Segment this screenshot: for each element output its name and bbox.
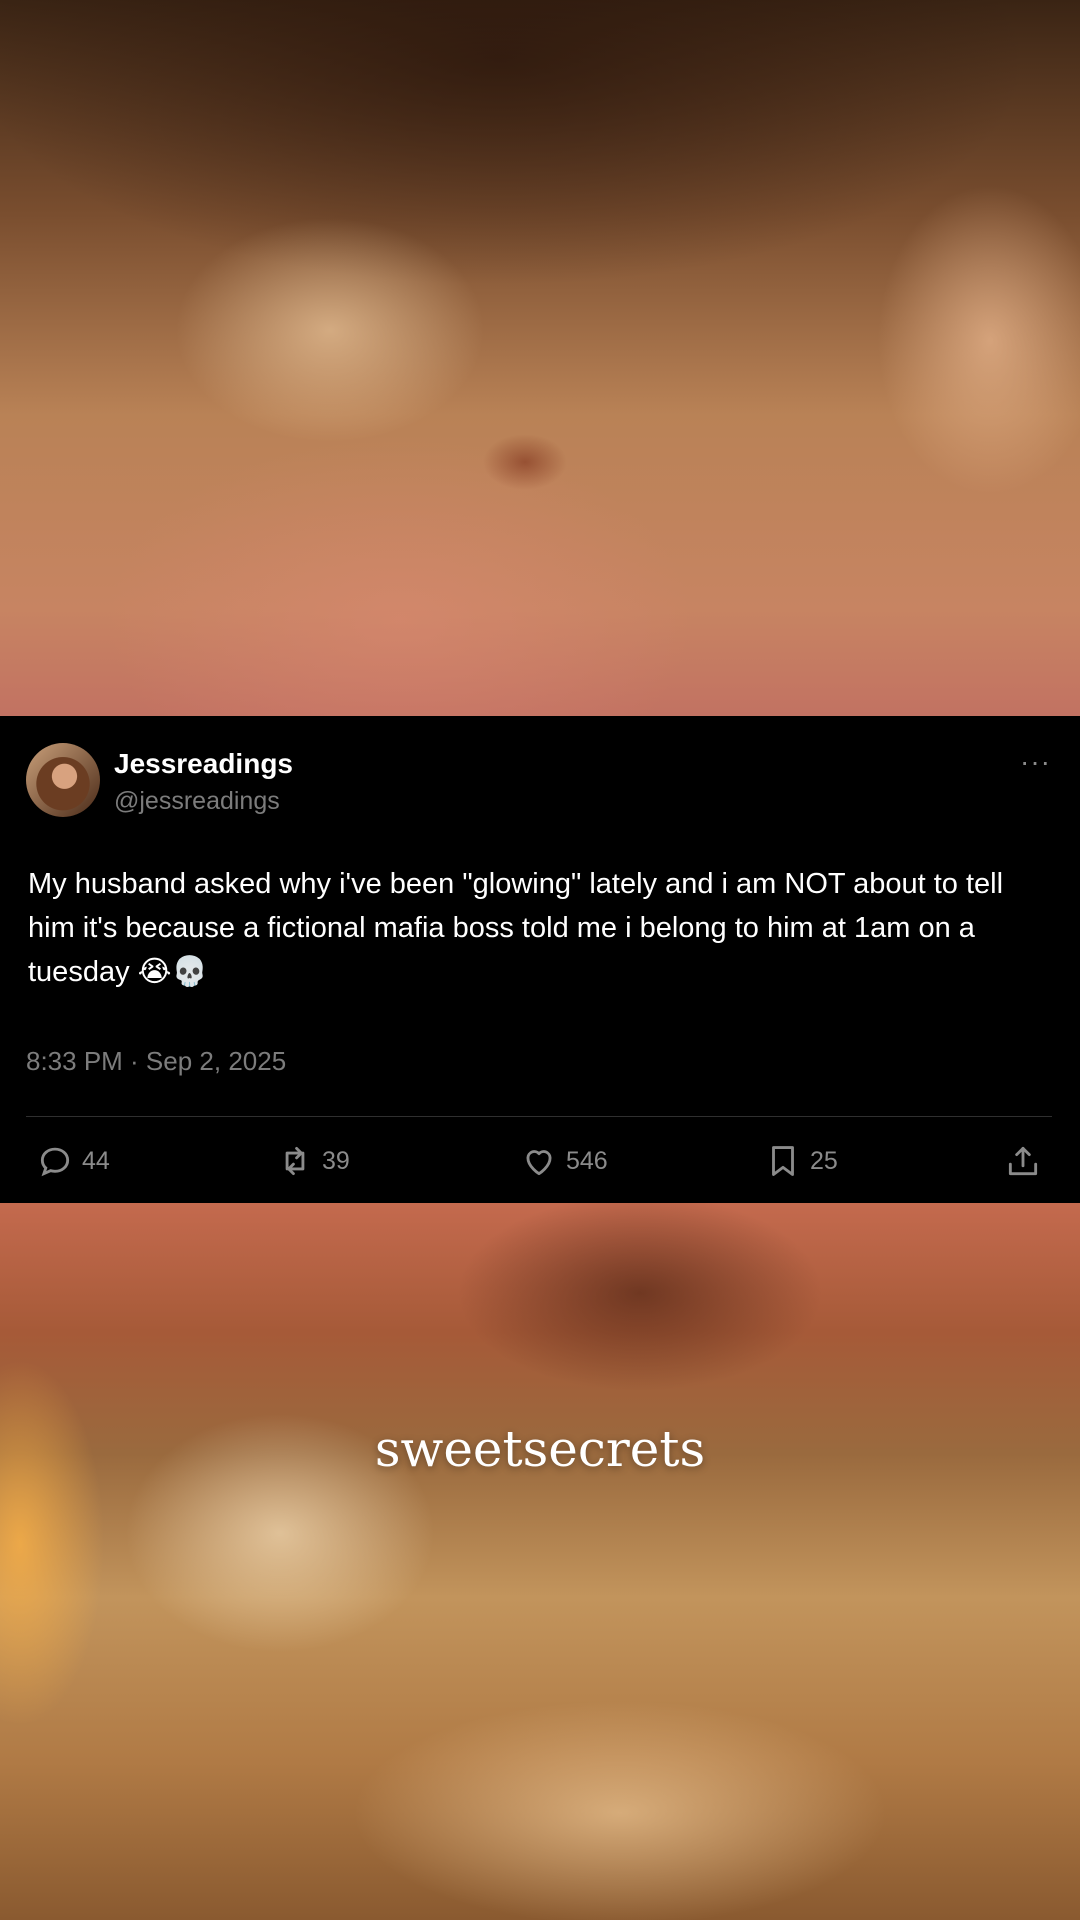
reply-count: 44 [82,1146,110,1175]
reply-icon [40,1147,70,1177]
bookmark-icon [772,1146,794,1176]
retweet-icon [285,1146,305,1176]
divider [26,1116,1052,1117]
tweet-card: Jessreadings @jessreadings ··· My husban… [0,716,1080,1203]
more-options-icon[interactable]: ··· [1020,746,1051,778]
like-button[interactable]: 546 [520,1136,608,1186]
timestamp[interactable]: 8:33 PM · Sep 2, 2025 [26,1046,286,1077]
display-name[interactable]: Jessreadings [114,748,293,780]
action-bar: 44 39 546 25 [0,1136,1080,1196]
handle[interactable]: @jessreadings [114,787,280,816]
bookmark-count: 25 [810,1146,838,1175]
like-count: 546 [566,1146,608,1175]
retweet-button[interactable]: 39 [276,1136,350,1186]
heart-icon [526,1150,552,1176]
bookmark-button[interactable]: 25 [764,1136,838,1186]
share-button[interactable] [1004,1136,1042,1186]
bottom-photo [0,1203,1080,1920]
watermark-text: sweetsecrets [374,1420,706,1478]
reply-button[interactable]: 44 [36,1136,110,1186]
top-photo [0,0,1080,716]
share-icon [1008,1146,1038,1176]
avatar[interactable] [26,743,100,817]
screen: Jessreadings @jessreadings ··· My husban… [0,0,1080,1920]
retweet-count: 39 [322,1146,350,1175]
tweet-text: My husband asked why i've been "glowing"… [28,868,1004,988]
